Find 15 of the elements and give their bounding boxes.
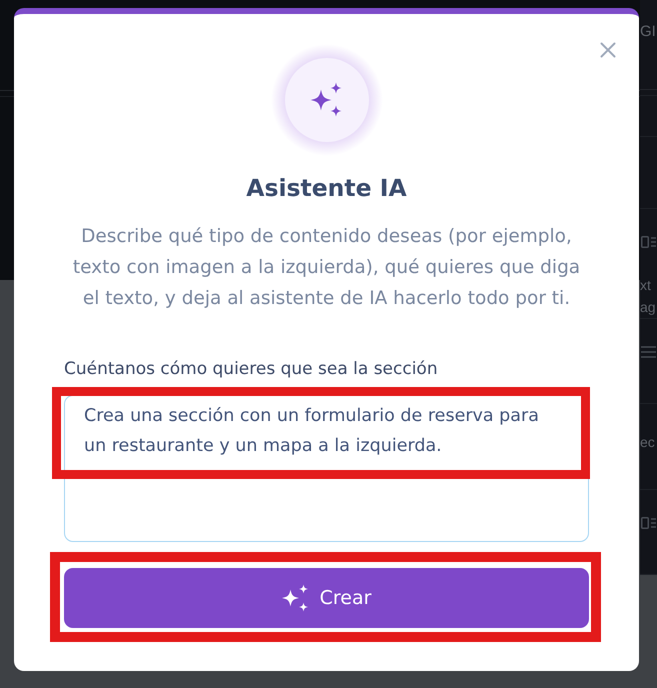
text-fragment: xt bbox=[640, 276, 651, 295]
field-label: Cuéntanos cómo quieres que sea la sección bbox=[64, 358, 439, 380]
text-fragment: ec bbox=[640, 433, 655, 452]
dialog-title: Asistente IA bbox=[246, 174, 407, 202]
dialog-description: Describe qué tipo de contenido deseas (por ejemplo, texto con imagen a la izquierda), qué quieres que diga el texto, y deja al asistente de IA hacerlo todo por ti. bbox=[72, 225, 582, 311]
sparkle-icon bbox=[282, 584, 309, 612]
layout-icon bbox=[641, 236, 656, 248]
panel-title: GI bbox=[640, 22, 657, 42]
layout-icon bbox=[641, 516, 656, 529]
list-icon bbox=[641, 346, 656, 358]
create-button[interactable]: Crear bbox=[64, 568, 589, 628]
text-fragment: ag bbox=[640, 298, 656, 317]
close-icon bbox=[600, 42, 616, 58]
sparkle-icon bbox=[270, 44, 382, 156]
close-button[interactable] bbox=[600, 42, 616, 58]
